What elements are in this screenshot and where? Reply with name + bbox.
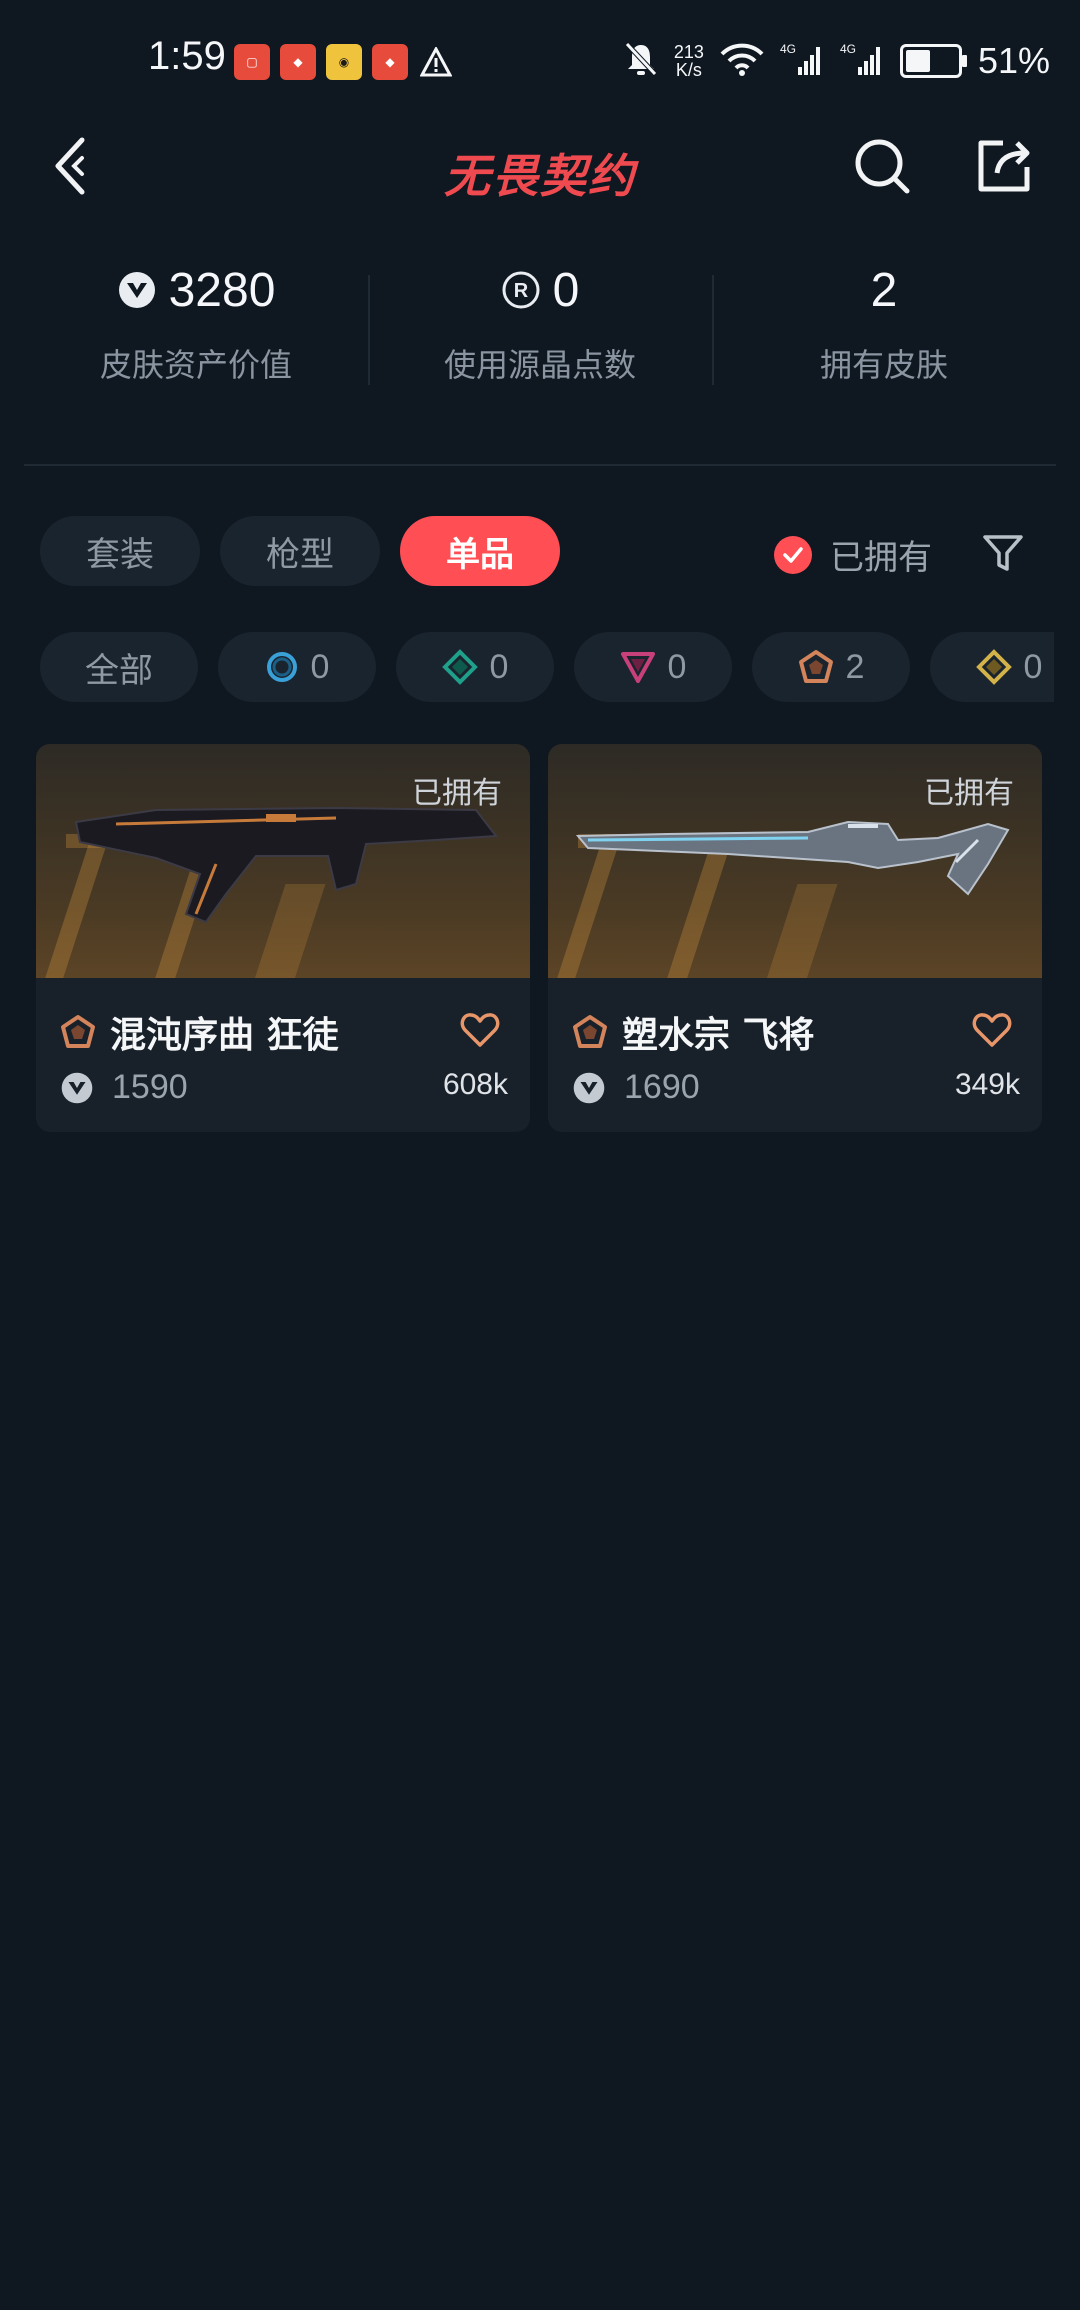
stat-value: 3280 bbox=[168, 263, 276, 317]
tab-bundles[interactable]: 套装 bbox=[40, 516, 200, 586]
app-screen: 1:59 ▢ ◆ ◉ ◆ 213 K/s 4G 4G 51% 无畏契约 3280… bbox=[0, 0, 1080, 2310]
vp-icon bbox=[117, 270, 157, 310]
tier-chip-premium[interactable]: 0 bbox=[574, 632, 732, 702]
check-icon bbox=[774, 535, 812, 574]
net-speed-value: 213 bbox=[673, 42, 704, 62]
exclusive-tier-icon bbox=[798, 650, 833, 683]
stats-row: 3280 皮肤资产价值 R 0 使用源晶点数 2 拥有皮肤 bbox=[24, 260, 1056, 420]
tab-weapon-types[interactable]: 枪型 bbox=[220, 516, 380, 586]
signal-icon-1: 4G bbox=[780, 41, 824, 81]
search-icon bbox=[855, 139, 910, 194]
category-tabs: 套装 枪型 单品 bbox=[40, 516, 560, 586]
status-right: 213 K/s 4G 4G 51% bbox=[624, 40, 1050, 82]
tier-count: 0 bbox=[1023, 647, 1043, 686]
deluxe-tier-icon bbox=[441, 649, 478, 685]
status-bar: 1:59 ▢ ◆ ◉ ◆ 213 K/s 4G 4G 51% bbox=[0, 0, 1080, 120]
valorant-app-icon-2: ◆ bbox=[372, 44, 408, 80]
share-icon bbox=[978, 140, 1030, 192]
tier-chip-deluxe[interactable]: 0 bbox=[396, 632, 554, 702]
skin-card[interactable]: 已拥有 塑水宗 飞将 1690 349k bbox=[548, 744, 1042, 1132]
skin-card-grid: 已拥有 混沌序曲 狂徒 1590 608k 已拥有 塑水宗 飞将 1690 34… bbox=[36, 744, 1042, 1132]
valorant-app-icon: ◆ bbox=[280, 44, 316, 80]
skin-card[interactable]: 已拥有 混沌序曲 狂徒 1590 608k bbox=[36, 744, 530, 1132]
bell-off-icon bbox=[624, 41, 658, 81]
favorite-button[interactable] bbox=[458, 1008, 502, 1052]
filter-icon bbox=[983, 535, 1023, 571]
stat-label: 皮肤资产价值 bbox=[99, 346, 292, 384]
tier-count: 0 bbox=[489, 647, 509, 686]
tab-single-items[interactable]: 单品 bbox=[400, 516, 560, 586]
weapon-image: 已拥有 bbox=[36, 744, 530, 978]
app-header: 无畏契约 bbox=[0, 120, 1080, 220]
wifi-icon bbox=[720, 42, 764, 80]
exclusive-tier-icon bbox=[61, 1015, 95, 1048]
stat-radianite: R 0 使用源晶点数 bbox=[368, 260, 712, 420]
stat-owned-skins: 2 拥有皮肤 bbox=[712, 260, 1056, 420]
stat-value: 2 bbox=[870, 263, 898, 317]
skin-price: 1690 bbox=[624, 1068, 700, 1106]
battery-icon bbox=[899, 44, 967, 78]
stat-value: 0 bbox=[552, 263, 580, 317]
tier-count: 0 bbox=[310, 647, 330, 686]
tier-chip-select[interactable]: 0 bbox=[218, 632, 376, 702]
owned-filter-toggle[interactable]: 已拥有 bbox=[774, 530, 932, 579]
tier-filter-chips: 全部 0 0 0 2 0 bbox=[40, 632, 1054, 702]
stat-label: 使用源晶点数 bbox=[443, 346, 636, 384]
stat-asset-value: 3280 皮肤资产价值 bbox=[24, 260, 368, 420]
svg-text:R: R bbox=[513, 280, 528, 302]
weibo-app-icon: ◉ bbox=[326, 44, 362, 80]
heart-icon bbox=[460, 1013, 500, 1047]
like-count: 349k bbox=[954, 1068, 1020, 1101]
net-speed: 213 K/s bbox=[674, 43, 704, 79]
heart-icon bbox=[972, 1013, 1012, 1047]
section-divider bbox=[24, 464, 1056, 466]
owned-tag: 已拥有 bbox=[412, 776, 502, 811]
tier-chip-all[interactable]: 全部 bbox=[40, 632, 198, 702]
tier-chip-exclusive[interactable]: 2 bbox=[752, 632, 910, 702]
huawei-app-icon: ▢ bbox=[234, 44, 270, 80]
favorite-button[interactable] bbox=[970, 1008, 1014, 1052]
net-speed-unit: K/s bbox=[675, 60, 702, 80]
tier-all-label: 全部 bbox=[85, 650, 153, 691]
tier-chip-ultra[interactable]: 0 bbox=[930, 632, 1054, 702]
owned-filter-label: 已拥有 bbox=[830, 538, 932, 578]
radianite-icon: R bbox=[501, 270, 541, 310]
owned-tag: 已拥有 bbox=[924, 776, 1014, 811]
network-1-label: 4G bbox=[780, 42, 796, 56]
vp-icon bbox=[573, 1072, 605, 1103]
notification-icons: ▢ ◆ ◉ ◆ bbox=[234, 44, 454, 80]
battery-percent: 51% bbox=[977, 40, 1050, 81]
exclusive-tier-icon bbox=[573, 1015, 607, 1048]
like-count: 608k bbox=[442, 1068, 508, 1101]
ultra-tier-icon bbox=[975, 649, 1012, 685]
status-time: 1:59 bbox=[148, 34, 226, 78]
skin-price: 1590 bbox=[112, 1068, 188, 1106]
search-button[interactable] bbox=[850, 134, 914, 198]
select-tier-icon bbox=[266, 652, 297, 682]
tier-count: 2 bbox=[845, 647, 865, 686]
weapon-image: 已拥有 bbox=[548, 744, 1042, 978]
signal-icon-2: 4G bbox=[840, 41, 884, 81]
share-button[interactable] bbox=[972, 134, 1036, 198]
skin-name: 混沌序曲 狂徒 bbox=[110, 1015, 339, 1056]
skin-name: 塑水宗 飞将 bbox=[622, 1015, 815, 1056]
tier-count: 0 bbox=[667, 647, 687, 686]
network-2-label: 4G bbox=[840, 42, 856, 56]
warning-icon bbox=[418, 44, 454, 80]
stat-label: 拥有皮肤 bbox=[819, 346, 948, 384]
filter-button[interactable] bbox=[978, 528, 1028, 578]
app-logo: 无畏契约 bbox=[444, 149, 636, 203]
vp-icon bbox=[61, 1072, 93, 1103]
premium-tier-icon bbox=[620, 652, 655, 683]
